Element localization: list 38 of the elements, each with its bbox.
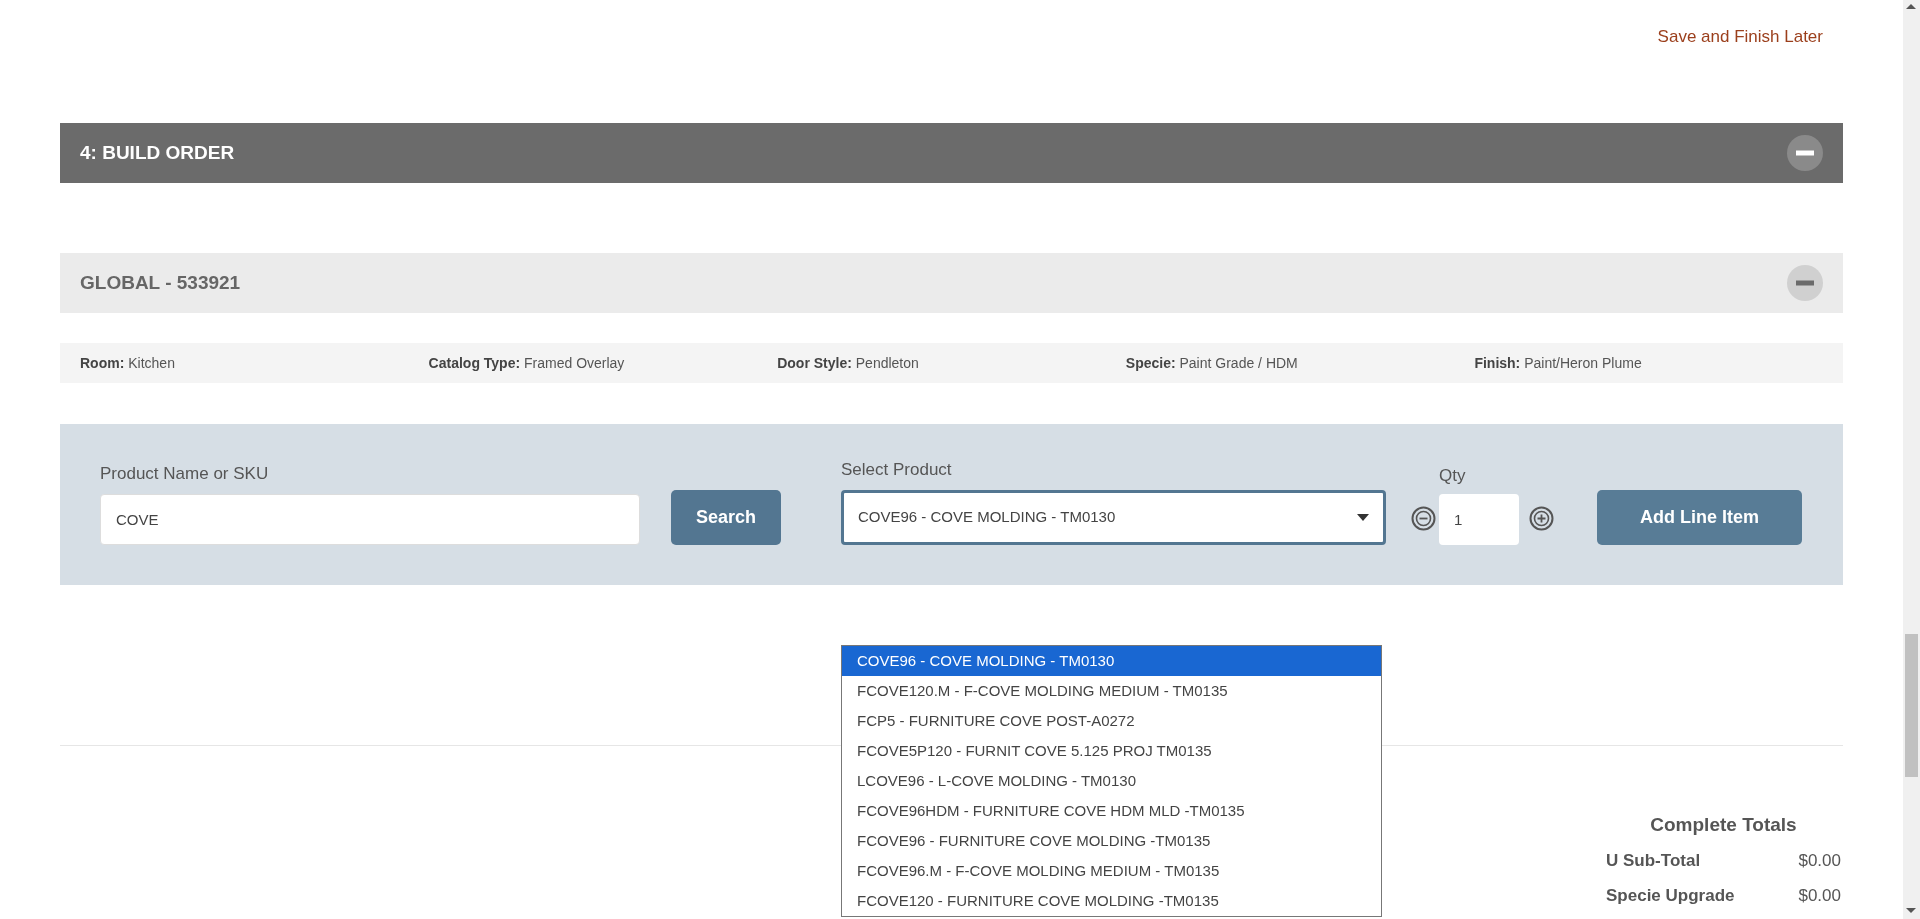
field-label: Qty [1439, 464, 1467, 487]
caret-icon [1357, 514, 1369, 521]
dropdown-option[interactable]: FCOVE120 - FURNITURE COVE MOLDING -TM0135 [842, 886, 1381, 916]
decrease-icon[interactable] [1411, 506, 1436, 531]
search-button[interactable]: Search [671, 490, 781, 545]
detail-text: Catalog Type: Framed Overlay [428, 353, 626, 373]
field-label: Product Name or SKU [100, 462, 270, 485]
product-select-dropdown[interactable]: COVE96 - COVE MOLDING - TM0130 [841, 490, 1386, 545]
dropdown-option[interactable]: FCOVE5P120 - FURNIT COVE 5.125 PROJ TM0135 [842, 736, 1381, 766]
collapse-icon[interactable] [1787, 135, 1823, 171]
detail-text: Finish: Paint/Heron Plume [1474, 353, 1643, 373]
dropdown-option[interactable]: FCOVE120.M - F-COVE MOLDING MEDIUM - TM0135 [842, 676, 1381, 706]
add-line-item-button[interactable]: Add Line Item [1597, 490, 1802, 545]
detail-text: Door Style: Pendleton [777, 353, 920, 373]
product-search-field[interactable]: COVE [100, 494, 640, 545]
section-header-bar[interactable]: 4: BUILD ORDER [60, 123, 1843, 183]
detail-text: Room: Kitchen [80, 353, 176, 373]
total-label: U Sub-Total [1606, 849, 1701, 872]
dropdown-option[interactable]: FCOVE96HDM - FURNITURE COVE HDM MLD -TM0135 [842, 796, 1381, 826]
detail-text: Specie: Paint Grade / HDM [1125, 353, 1299, 373]
total-value: $0.00 [1798, 849, 1841, 872]
total-label: Specie Upgrade [1606, 885, 1735, 907]
group-title: GLOBAL - 533921 [80, 270, 241, 295]
section-title: 4: BUILD ORDER [80, 140, 235, 165]
group-header-bar[interactable]: GLOBAL - 533921 [60, 253, 1843, 313]
quantity-field[interactable]: 1 [1439, 494, 1519, 545]
totals-title: Complete Totals [1649, 813, 1798, 837]
dropdown-option[interactable]: FCOVE96.M - F-COVE MOLDING MEDIUM - TM0135 [842, 856, 1381, 886]
increase-icon[interactable] [1529, 506, 1554, 531]
dropdown-option[interactable]: FCOVE96 - FURNITURE COVE MOLDING -TM0135 [842, 826, 1381, 856]
dropdown-option[interactable]: LCOVE96 - L-COVE MOLDING - TM0130 [842, 766, 1381, 796]
total-value: $0.00 [1798, 885, 1841, 907]
dropdown-option[interactable]: COVE96 - COVE MOLDING - TM0130 [842, 646, 1381, 676]
field-label: Select Product [841, 458, 953, 481]
collapse-icon[interactable] [1787, 265, 1823, 301]
dropdown-option[interactable]: FCP5 - FURNITURE COVE POST-A0272 [842, 706, 1381, 736]
save-and-finish-later-link[interactable]: Save and Finish Later [1657, 24, 1823, 48]
scrollbar[interactable] [1903, 0, 1920, 919]
